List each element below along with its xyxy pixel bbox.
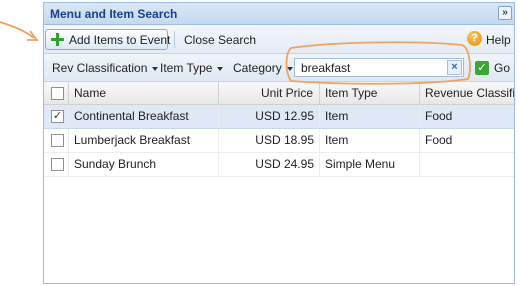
- table-row[interactable]: Lumberjack Breakfast USD 18.95 Item Food: [44, 129, 514, 153]
- panel-title: Menu and Item Search: [50, 7, 178, 21]
- panel-header: Menu and Item Search »: [44, 3, 514, 25]
- annotation-arrow-icon: [0, 21, 35, 39]
- plus-icon: [51, 33, 64, 46]
- help-button[interactable]: Help: [486, 33, 511, 47]
- chevron-down-icon: [152, 66, 159, 71]
- add-items-to-event-button[interactable]: Add Items to Event: [45, 29, 171, 50]
- unit-price-cell: USD 12.95: [219, 105, 320, 128]
- row-checkbox[interactable]: ✓: [51, 110, 64, 123]
- menu-item-search-panel: Menu and Item Search » Add Items to Even…: [43, 2, 515, 284]
- top-toolbar: Add Items to Event Close Search ? Help: [44, 25, 514, 54]
- name-cell: Continental Breakfast: [69, 105, 219, 128]
- table-row[interactable]: ✓ Continental Breakfast USD 12.95 Item F…: [44, 105, 514, 129]
- row-select-cell: [44, 129, 69, 152]
- column-header-item-type[interactable]: Item Type: [320, 82, 420, 104]
- category-label: Category: [233, 61, 282, 75]
- select-all-column: [44, 82, 69, 104]
- unit-price-cell: USD 24.95: [219, 153, 320, 176]
- item-type-cell: Item: [320, 105, 420, 128]
- item-type-cell: Simple Menu: [320, 153, 420, 176]
- search-box: ×: [294, 58, 464, 77]
- collapse-icon[interactable]: »: [498, 6, 512, 20]
- close-search-button[interactable]: Close Search: [184, 33, 256, 47]
- chevron-down-icon: [217, 66, 224, 71]
- row-select-cell: ✓: [44, 105, 69, 128]
- grid-header: Name Unit Price Item Type Revenue Classi…: [44, 82, 514, 105]
- column-header-unit-price[interactable]: Unit Price: [219, 82, 320, 104]
- item-type-label: Item Type: [160, 61, 213, 75]
- item-type-cell: Item: [320, 129, 420, 152]
- filter-toolbar: Rev Classification Item Type Category × …: [44, 54, 514, 82]
- row-checkbox[interactable]: [51, 134, 64, 147]
- go-check-icon[interactable]: ✓: [475, 61, 489, 75]
- revenue-class-cell: Food: [420, 129, 514, 152]
- category-dropdown[interactable]: Category: [233, 61, 293, 75]
- column-header-name[interactable]: Name: [69, 82, 219, 104]
- revenue-class-cell: Food: [420, 105, 514, 128]
- revenue-class-cell: [420, 153, 514, 176]
- row-select-cell: [44, 153, 69, 176]
- go-button[interactable]: Go: [494, 61, 510, 75]
- row-checkbox[interactable]: [51, 158, 64, 171]
- unit-price-cell: USD 18.95: [219, 129, 320, 152]
- toolbar-separator: [174, 31, 175, 48]
- search-input[interactable]: [295, 59, 449, 76]
- results-grid: Name Unit Price Item Type Revenue Classi…: [44, 82, 514, 283]
- help-icon[interactable]: ?: [467, 31, 482, 46]
- item-type-dropdown[interactable]: Item Type: [160, 61, 224, 75]
- name-cell: Lumberjack Breakfast: [69, 129, 219, 152]
- name-cell: Sunday Brunch: [69, 153, 219, 176]
- clear-search-icon[interactable]: ×: [447, 60, 462, 75]
- annotation-arrowhead-icon: [27, 30, 39, 41]
- select-all-checkbox[interactable]: [51, 87, 64, 100]
- rev-classification-label: Rev Classification: [52, 61, 148, 75]
- add-items-label: Add Items to Event: [69, 33, 171, 47]
- chevron-down-icon: [286, 66, 293, 71]
- rev-classification-dropdown[interactable]: Rev Classification: [52, 61, 159, 75]
- table-row[interactable]: Sunday Brunch USD 24.95 Simple Menu: [44, 153, 514, 177]
- column-header-revenue-classification[interactable]: Revenue Classificat: [420, 82, 514, 104]
